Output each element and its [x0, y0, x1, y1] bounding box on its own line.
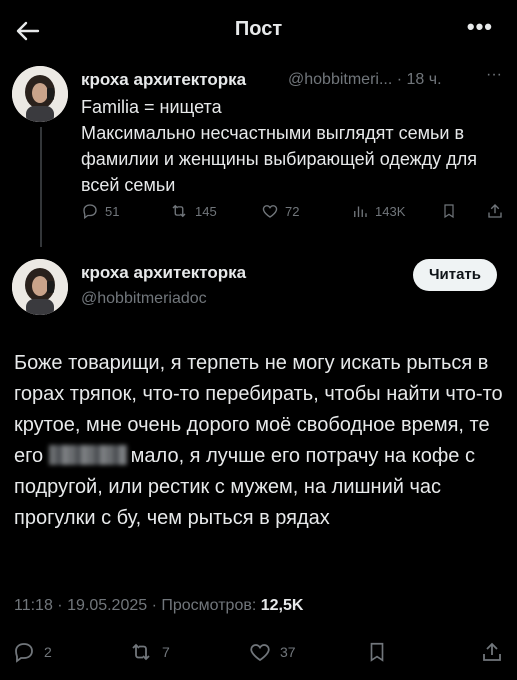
post-timestamp: 11:18 · 19.05.2025 · Просмотров: 12,5K	[14, 597, 303, 615]
reply-button[interactable]: 2	[12, 640, 52, 664]
quoted-repost-count: 145	[195, 203, 217, 219]
quoted-more-button[interactable]: ···	[486, 66, 502, 84]
action-bar: 2 7 37	[0, 640, 517, 666]
quoted-action-bar: 51 145 72 143K	[81, 202, 506, 224]
quoted-handle-text: @hobbitmeri...	[288, 71, 393, 88]
like-count: 37	[280, 644, 296, 660]
author-name[interactable]: кроха архитекторка	[81, 263, 246, 283]
quoted-repost-button[interactable]: 145	[169, 202, 217, 220]
follow-button[interactable]: Читать	[413, 259, 497, 291]
quoted-share-button[interactable]	[486, 202, 504, 220]
more-horizontal-icon: •••	[466, 14, 493, 39]
views-chart-icon	[354, 206, 367, 217]
share-icon	[488, 204, 502, 218]
bookmark-button[interactable]	[366, 640, 388, 664]
quoted-bookmark-button[interactable]	[441, 202, 457, 220]
post-view-count[interactable]: 12,5K	[261, 597, 304, 614]
heart-icon	[250, 644, 270, 662]
like-button[interactable]: 37	[248, 640, 296, 664]
top-bar: Пост •••	[0, 0, 517, 58]
quoted-views-button[interactable]: 143K	[351, 202, 405, 220]
avatar[interactable]	[12, 66, 68, 122]
repost-icon	[172, 204, 186, 218]
reply-icon	[15, 643, 33, 663]
share-button[interactable]	[480, 640, 504, 664]
heart-icon	[262, 205, 278, 218]
share-icon	[483, 642, 501, 661]
bookmark-icon	[370, 642, 384, 662]
author-handle[interactable]: @hobbitmeriadoc	[81, 290, 207, 308]
blurred-redaction	[48, 445, 127, 465]
page-title: Пост	[234, 18, 283, 40]
quoted-author-name[interactable]: кроха архитекторка	[81, 70, 246, 90]
quoted-like-count: 72	[285, 203, 300, 219]
repost-count: 7	[162, 644, 170, 660]
quoted-post-text: Familia = нищета Максимально несчастными…	[81, 97, 477, 195]
reply-icon	[83, 204, 97, 220]
reply-count: 2	[44, 644, 52, 660]
post-text: Боже товарищи, я терпеть не могу искать …	[14, 348, 509, 534]
quoted-reply-count: 51	[105, 203, 120, 219]
repost-button[interactable]: 7	[128, 640, 170, 664]
quoted-like-button[interactable]: 72	[261, 202, 299, 220]
repost-icon	[132, 643, 150, 661]
bookmark-icon	[444, 204, 454, 219]
more-options-button[interactable]: •••	[467, 14, 493, 40]
quoted-reply-button[interactable]: 51	[81, 202, 119, 220]
quoted-view-count: 143K	[375, 203, 406, 219]
post-time-date: 11:18 · 19.05.2025 · Просмотров:	[14, 597, 257, 614]
quoted-post-time: · 18 ч.	[396, 71, 442, 88]
thread-connector-line	[40, 127, 42, 247]
avatar[interactable]	[12, 259, 68, 315]
quoted-author-handle[interactable]: @hobbitmeri... · 18 ч.	[288, 71, 442, 89]
